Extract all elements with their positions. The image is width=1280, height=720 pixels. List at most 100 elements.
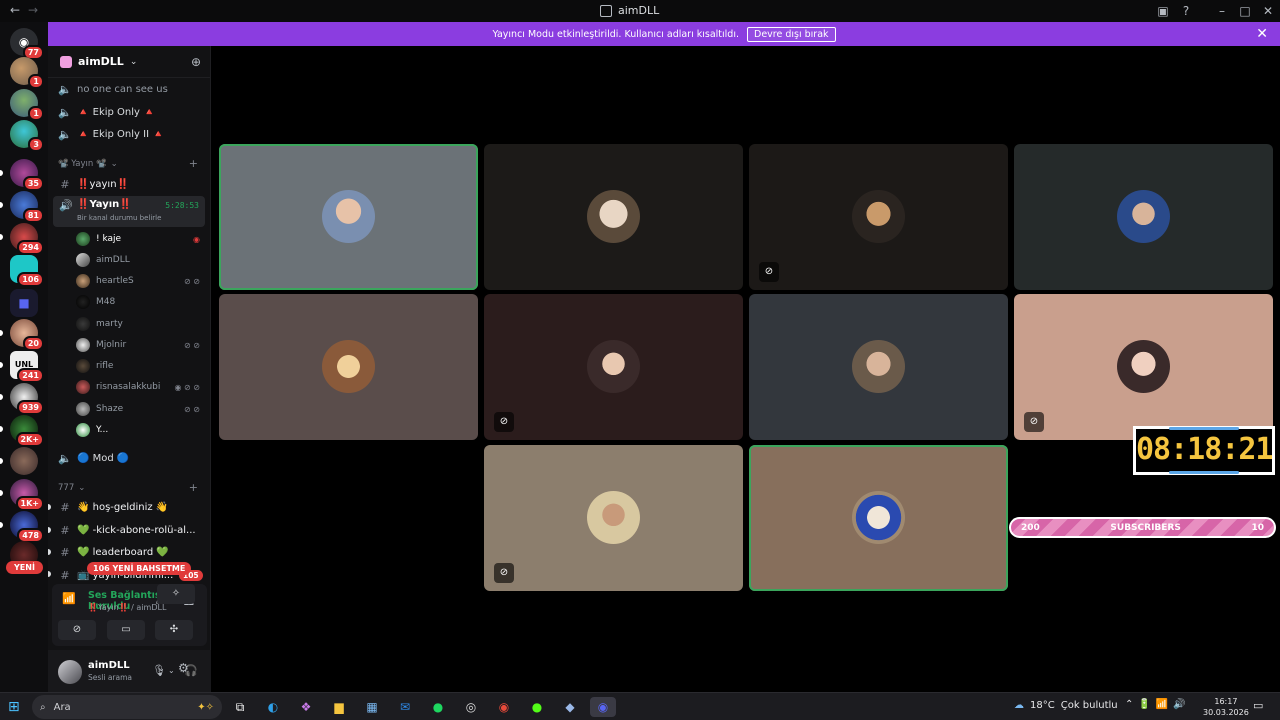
- voice-user[interactable]: Shaze ⊘ ⊘: [76, 399, 204, 419]
- taskbar-search[interactable]: ⌕ Ara ✦✧: [32, 695, 222, 719]
- edge-icon[interactable]: ◐: [262, 697, 284, 717]
- spotify-icon[interactable]: ●: [427, 697, 449, 717]
- windows-start-icon[interactable]: ⊞: [8, 699, 20, 715]
- server-icon[interactable]: 939: [10, 383, 44, 415]
- clock-date: 30.03.2026: [1203, 708, 1249, 717]
- participant-tile[interactable]: [749, 445, 1008, 591]
- weather-temp: 18°C: [1030, 700, 1055, 711]
- user-name: aimDLL: [88, 660, 130, 671]
- invite-people-icon[interactable]: ⊕: [191, 55, 201, 69]
- file-explorer-icon[interactable]: ▆: [328, 697, 350, 717]
- category-777[interactable]: 777 ⌄: [58, 483, 85, 493]
- inbox-icon[interactable]: ▣: [1152, 2, 1174, 20]
- server-icon[interactable]: UNL 241: [10, 351, 44, 383]
- server-icon[interactable]: 20: [10, 319, 44, 351]
- participant-tile[interactable]: ⊘: [1014, 294, 1273, 440]
- voice-channel[interactable]: 🔈 🔵 Mod 🔵: [54, 448, 204, 468]
- chevron-down-icon[interactable]: ⌄: [168, 666, 175, 675]
- new-servers-pill[interactable]: YENİ: [6, 561, 43, 574]
- server-icon[interactable]: 81: [10, 191, 44, 223]
- dm-avatar[interactable]: 3: [10, 120, 44, 152]
- avatar[interactable]: [58, 660, 82, 684]
- server-icon[interactable]: 478: [10, 511, 44, 543]
- avatar: [852, 340, 905, 393]
- help-icon[interactable]: ?: [1175, 2, 1197, 20]
- channel-status-prompt[interactable]: Bir kanal durumu belirle: [77, 214, 161, 222]
- participant-tile[interactable]: [219, 144, 478, 290]
- settings-gear-icon[interactable]: ⚙: [178, 661, 189, 675]
- mail-icon[interactable]: ✉: [394, 697, 416, 717]
- participant-tile[interactable]: [1014, 144, 1273, 290]
- notification-badge: 939: [17, 400, 44, 415]
- voice-user[interactable]: aimDLL: [76, 250, 204, 270]
- participant-tile[interactable]: ⊘: [484, 294, 743, 440]
- disable-streamer-mode-button[interactable]: Devre dışı bırak: [747, 26, 836, 42]
- back-arrow-icon[interactable]: ←: [10, 3, 20, 17]
- maximize-button[interactable]: □: [1234, 2, 1256, 20]
- server-icon[interactable]: [10, 447, 38, 475]
- voice-channel-active[interactable]: 🔊 ‼️Yayın‼️ 5:28:53 Bir kanal durumu bel…: [53, 196, 205, 227]
- folder-icon: ■: [10, 289, 38, 317]
- participant-tile[interactable]: [749, 294, 1008, 440]
- chrome-icon[interactable]: ◉: [493, 697, 515, 717]
- copilot-icon[interactable]: ❖: [295, 697, 317, 717]
- activities-button[interactable]: ✣: [155, 620, 193, 640]
- server-icon-aimdll[interactable]: 106: [10, 255, 44, 287]
- voice-user[interactable]: Mjolnir ⊘ ⊘: [76, 335, 204, 355]
- voice-user[interactable]: risnasalakkubi ◉ ⊘ ⊘: [76, 377, 204, 397]
- app-icon[interactable]: ◆: [559, 697, 581, 717]
- store-icon[interactable]: ▦: [361, 697, 383, 717]
- voice-channel[interactable]: 🔈 no one can see us: [54, 79, 204, 99]
- screen-share-button[interactable]: ▭: [107, 620, 145, 640]
- dm-avatar[interactable]: 1: [10, 89, 44, 121]
- server-icon[interactable]: 1K+: [10, 479, 44, 511]
- voice-user[interactable]: Y...: [76, 420, 204, 440]
- voice-user[interactable]: rifle: [76, 356, 204, 376]
- hash-icon: #: [60, 500, 70, 514]
- kick-icon[interactable]: ●: [526, 697, 548, 717]
- dm-avatar[interactable]: 1: [10, 57, 44, 89]
- voice-user[interactable]: ! kaje ◉: [76, 229, 204, 249]
- voice-user[interactable]: marty: [76, 314, 204, 334]
- text-channel[interactable]: # 💚 leaderboard 💚: [54, 542, 204, 562]
- participant-tile[interactable]: [219, 294, 478, 440]
- voice-user[interactable]: M48: [76, 292, 204, 312]
- voice-user[interactable]: heartleS ⊘ ⊘: [76, 271, 204, 291]
- participant-tile[interactable]: [484, 144, 743, 290]
- notification-badge: 241: [17, 368, 44, 383]
- avatar: [322, 340, 375, 393]
- minimize-button[interactable]: –: [1211, 2, 1233, 20]
- text-channel[interactable]: # 👋 hoş-geldiniz 👋: [54, 497, 204, 517]
- participant-tile[interactable]: ⊘: [484, 445, 743, 591]
- server-icon[interactable]: 35: [10, 159, 44, 191]
- new-mentions-pill[interactable]: 106 YENİ BAHSETME: [87, 562, 192, 575]
- forward-arrow-icon[interactable]: →: [28, 3, 38, 17]
- category-yayin[interactable]: 📽️ Yayın 📽️ ⌄: [58, 159, 118, 169]
- taskbar-clock[interactable]: 16:17 30.03.2026: [1203, 696, 1249, 718]
- soundboard-button[interactable]: ✧: [157, 584, 195, 604]
- participant-tile[interactable]: ⊘: [749, 144, 1008, 290]
- camera-off-button[interactable]: ⊘: [58, 620, 96, 640]
- close-window-button[interactable]: ✕: [1257, 2, 1279, 20]
- home-button[interactable]: ◉ 77: [10, 28, 44, 60]
- search-placeholder: Ara: [53, 701, 71, 713]
- system-tray[interactable]: ⌃🔋📶🔊: [1125, 699, 1191, 710]
- weather-widget[interactable]: ☁ 18°C Çok bulutlu: [1014, 700, 1118, 711]
- server-icon[interactable]: 2K+: [10, 415, 44, 447]
- server-folder[interactable]: ■: [10, 289, 38, 317]
- discord-taskbar-icon[interactable]: ◉: [590, 697, 616, 717]
- app-icon[interactable]: ◎: [460, 697, 482, 717]
- chevron-down-icon[interactable]: ⌄: [158, 664, 165, 673]
- task-view-icon[interactable]: ⧉: [229, 697, 251, 717]
- channel-name: ‼️yayın‼️: [77, 178, 129, 190]
- server-icon[interactable]: 294: [10, 223, 44, 255]
- create-channel-icon[interactable]: +: [189, 481, 198, 494]
- voice-channel[interactable]: 🔈 🔺 Ekip Only 🔺: [54, 102, 204, 122]
- banner-close-icon[interactable]: ✕: [1256, 26, 1268, 42]
- guild-header[interactable]: aimDLL ⌄ ⊕: [48, 46, 211, 78]
- create-channel-icon[interactable]: +: [189, 157, 198, 170]
- notification-icon[interactable]: ▭: [1253, 699, 1263, 712]
- voice-channel[interactable]: 🔈 🔺 Ekip Only II 🔺: [54, 124, 204, 144]
- text-channel[interactable]: # ‼️yayın‼️: [54, 174, 204, 194]
- text-channel[interactable]: # 💚 -kick-abone-rolü-al...: [54, 520, 204, 540]
